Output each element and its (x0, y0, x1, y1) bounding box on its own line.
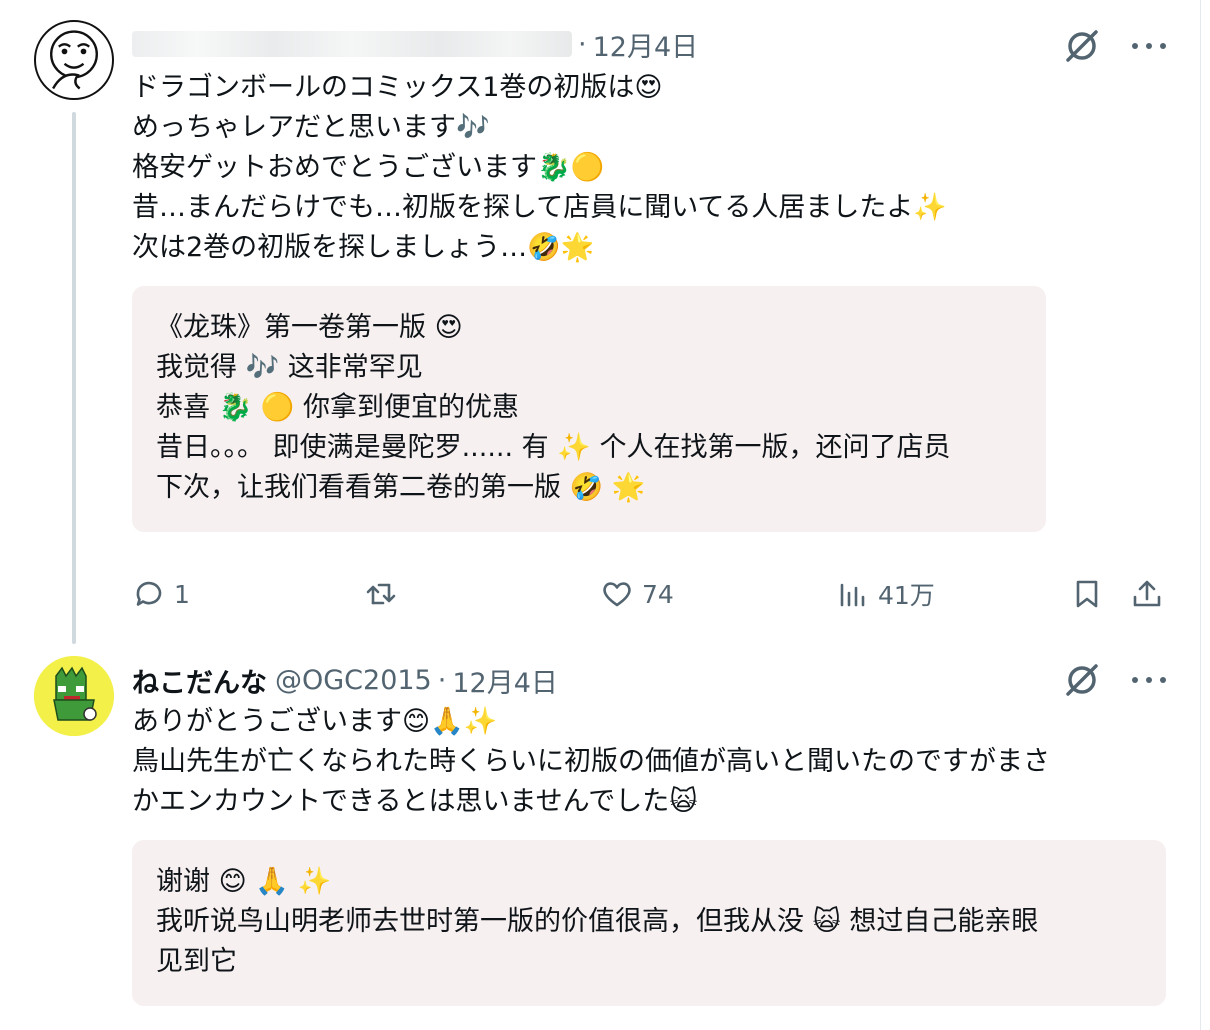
thread-line (72, 112, 76, 644)
like-button[interactable]: 74 (600, 570, 674, 618)
text-segment: かエンカウントできるとは思いませんでした (132, 786, 670, 817)
translation-line: 谢谢 😊 🙏 ✨ (156, 862, 1142, 902)
tweet-header: · 12月4日 (132, 25, 699, 64)
grok-icon[interactable] (1062, 26, 1102, 66)
tweet-line: かエンカウントできるとは思いませんでした🙀 (132, 782, 1050, 822)
tweet-text: ドラゴンボールのコミックス1巻の初版は😍 めっちゃレアだと思います🎶 格安ゲット… (132, 68, 947, 268)
text-segment: ありがとうございます (132, 706, 402, 737)
views-button[interactable]: 41万 (836, 570, 935, 618)
tweet-header: ねこだんな @OGC2015 · 12月4日 (132, 661, 558, 700)
translation-line: 我觉得 🎶 这非常罕见 (156, 348, 1022, 388)
tweet-line: 次は2巻の初版を探しましょう…🤣🌟 (132, 228, 947, 268)
retweet-icon (366, 583, 396, 605)
share-button[interactable] (1130, 570, 1164, 618)
right-border (1200, 0, 1210, 1030)
tweet-1[interactable]: · 12月4日 ドラゴンボールのコミックス1巻の初版は😍 めっちゃレアだと思いま… (0, 0, 1200, 644)
reply-icon (136, 581, 162, 606)
user-avatar[interactable] (34, 20, 114, 100)
text-segment: 这非常罕见 (279, 352, 423, 383)
translation-box: 《龙珠》第一卷第一版 😍 我觉得 🎶 这非常罕见 恭喜 🐉 🟡 你拿到便宜的优惠… (132, 286, 1046, 532)
tweet-line: ありがとうございます😊🙏✨ (132, 702, 1050, 742)
green-dragon-avatar-icon (34, 656, 114, 736)
emoji: 🎶 (456, 112, 490, 143)
cartoon-face-avatar-icon (50, 30, 98, 90)
emoji: 🙀 (669, 786, 698, 817)
text-segment: 恭喜 (156, 392, 219, 423)
emoji: 🐉 🟡 (218, 392, 295, 423)
text-segment: 昔日。。。 即使满是曼陀罗...... 有 (156, 432, 558, 463)
bookmark-icon (1076, 580, 1098, 608)
share-icon (1133, 580, 1161, 607)
translation-line: 《龙珠》第一卷第一版 😍 (156, 308, 1022, 348)
emoji: 🤣 🌟 (569, 472, 646, 503)
text-segment: 见到它 (156, 946, 237, 977)
text-segment: ドラゴンボールのコミックス1巻の初版は (132, 72, 635, 103)
text-segment: 谢谢 (156, 866, 219, 897)
emoji: 😊🙏✨ (402, 706, 498, 737)
translation-box: 谢谢 😊 🙏 ✨ 我听说鸟山明老师去世时第一版的价值很高，但我从没 🙀 想过自己… (132, 840, 1166, 1006)
emoji: 😍 (434, 312, 463, 343)
text-segment: 我听说鸟山明老师去世时第一版的价值很高，但我从没 (156, 906, 813, 937)
tweet-line: ドラゴンボールのコミックス1巻の初版は😍 (132, 68, 947, 108)
tweet-text: ありがとうございます😊🙏✨ 鳥山先生が亡くなられた時くらいに初版の価値が高いと聞… (132, 702, 1050, 822)
separator-dot: · (437, 664, 447, 696)
translation-line: 昔日。。。 即使满是曼陀罗...... 有 ✨ 个人在找第一版，还问了店员 (156, 428, 1022, 468)
separator-dot: · (578, 28, 587, 60)
like-count: 74 (642, 579, 674, 609)
emoji: ✨ (557, 432, 591, 463)
user-avatar[interactable] (34, 656, 114, 736)
text-segment: 下次，让我们看看第二卷的第一版 (156, 472, 570, 503)
emoji: 😍 (634, 72, 663, 103)
action-bar: 1 74 41万 (132, 570, 1172, 618)
blurred-user-name[interactable] (132, 31, 572, 57)
text-segment: 次は2巻の初版を探しましょう… (132, 232, 528, 263)
translation-line: 下次，让我们看看第二卷的第一版 🤣 🌟 (156, 468, 1022, 508)
more-options-icon[interactable] (1132, 660, 1166, 700)
view-count: 41万 (878, 581, 935, 610)
text-segment: 昔…まんだらけでも…初版を探して店員に聞いてる人居ましたよ (132, 192, 914, 223)
tweet-line: 昔…まんだらけでも…初版を探して店員に聞いてる人居ましたよ✨ (132, 188, 947, 228)
grok-icon[interactable] (1062, 660, 1102, 700)
display-name[interactable]: ねこだんな (132, 661, 267, 700)
text-segment: 格安ゲットおめでとうございます (132, 152, 537, 183)
reply-count: 1 (174, 579, 190, 609)
user-handle[interactable]: @OGC2015 (275, 665, 432, 696)
tweet-line: めっちゃレアだと思います🎶 (132, 108, 947, 148)
bookmark-button[interactable] (1070, 570, 1104, 618)
text-segment: 鳥山先生が亡くなられた時くらいに初版の価値が高いと聞いたのですがまさ (132, 746, 1050, 777)
emoji: 🤣🌟 (527, 232, 595, 263)
text-segment: 《龙珠》第一卷第一版 (156, 312, 435, 343)
text-segment: 我觉得 (156, 352, 246, 383)
emoji: ✨ (913, 192, 948, 223)
text-segment: 个人在找第一版，还问了店员 (590, 432, 951, 463)
emoji: 😊 🙏 ✨ (218, 866, 332, 897)
text-segment: 你拿到便宜的优惠 (294, 392, 520, 423)
text-segment: めっちゃレアだと思います (132, 112, 456, 143)
views-chart-icon (840, 583, 865, 607)
translation-line: 见到它 (156, 942, 1142, 982)
translation-line: 恭喜 🐉 🟡 你拿到便宜的优惠 (156, 388, 1022, 428)
tweet-line: 鳥山先生が亡くなられた時くらいに初版の価値が高いと聞いたのですがまさ (132, 742, 1050, 782)
tweet-line: 格安ゲットおめでとうございます🐉🟡 (132, 148, 947, 188)
text-segment: 想过自己能亲眼 (840, 906, 1039, 937)
heart-icon (603, 582, 631, 607)
emoji: 🙀 (812, 906, 841, 937)
tweet-date[interactable]: 12月4日 (593, 25, 699, 64)
emoji: 🎶 (245, 352, 280, 383)
reply-button[interactable]: 1 (132, 570, 190, 618)
retweet-button[interactable] (364, 570, 406, 618)
more-options-icon[interactable] (1132, 26, 1166, 66)
tweet-date[interactable]: 12月4日 (452, 661, 558, 700)
tweet-2[interactable]: ねこだんな @OGC2015 · 12月4日 ありがとうございます😊🙏✨ 鳥山先… (0, 640, 1200, 1030)
translation-line: 我听说鸟山明老师去世时第一版的价值很高，但我从没 🙀 想过自己能亲眼 (156, 902, 1142, 942)
emoji: 🐉🟡 (537, 152, 605, 183)
